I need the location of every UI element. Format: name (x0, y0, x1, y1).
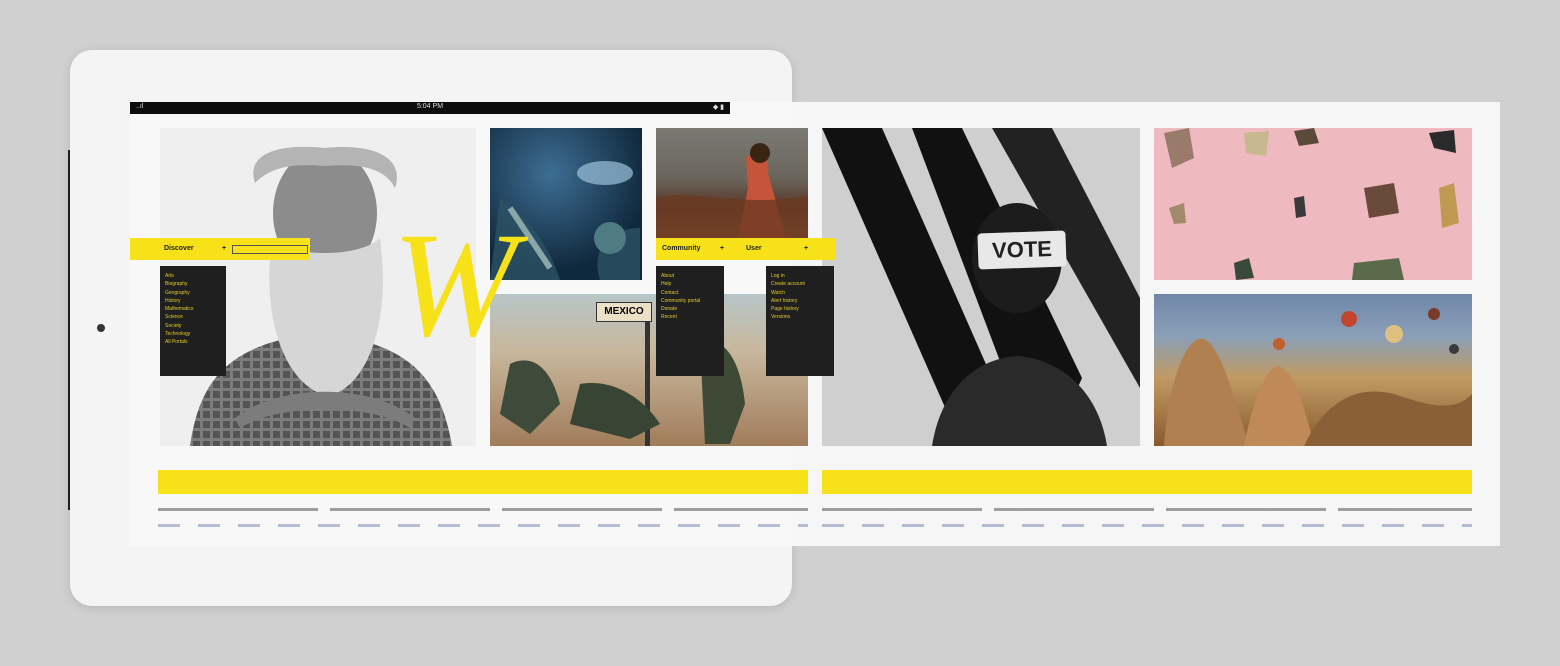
photo-girl-desert[interactable] (656, 128, 808, 238)
footer-links-row (822, 524, 1472, 527)
menu-item[interactable]: Biography (165, 280, 221, 288)
menu-item[interactable]: Watch (771, 289, 829, 297)
article-text-row (822, 508, 1472, 511)
photo-cappadocia-balloons[interactable] (1154, 294, 1472, 446)
menu-item[interactable]: Alert history (771, 297, 829, 305)
menu-user-label: User (746, 245, 762, 252)
menu-item[interactable]: Create account (771, 280, 829, 288)
battery-icon: ◆ ▮ (712, 104, 724, 111)
menu-item[interactable]: Mathematics (165, 305, 221, 313)
yellow-banner-left (158, 470, 808, 494)
yellow-banner-right (822, 470, 1472, 494)
status-bar: ..ıl 5:04 PM ◆ ▮ (130, 102, 730, 114)
dropdown-discover: Arts Biography Geography History Mathema… (160, 266, 226, 376)
logo-w-letter: W (392, 202, 517, 368)
menu-bar-community[interactable]: Community + User + (656, 238, 836, 260)
article-text-row (158, 508, 808, 511)
menu-discover-label: Discover (164, 245, 194, 252)
menu-item[interactable]: About (661, 272, 719, 280)
photo-stones-pink[interactable] (1154, 128, 1472, 280)
menu-item[interactable]: Society (165, 322, 221, 330)
menu-item[interactable]: Recent (661, 313, 719, 321)
footer-links-row (158, 524, 808, 527)
menu-item[interactable]: Geography (165, 289, 221, 297)
vote-headband: VOTE (977, 230, 1067, 270)
search-input[interactable] (232, 245, 308, 254)
menu-item[interactable]: Arts (165, 272, 221, 280)
menu-item[interactable]: Donate (661, 305, 719, 313)
plus-icon: + (720, 245, 725, 252)
plus-icon: + (804, 245, 809, 252)
menu-item[interactable]: Help (661, 280, 719, 288)
menu-item[interactable]: Contact (661, 289, 719, 297)
menu-item[interactable]: All Portals (165, 338, 221, 346)
menu-item[interactable]: Science (165, 313, 221, 321)
camera-icon (97, 324, 105, 332)
menu-item[interactable]: Versions (771, 313, 829, 321)
dropdown-user: Log in Create account Watch Alert histor… (766, 266, 834, 376)
photo-vote-protest[interactable] (822, 128, 1140, 446)
menu-item[interactable]: Community portal (661, 297, 719, 305)
mexico-sign: MEXICO (596, 302, 652, 322)
status-time: 5:04 PM (416, 103, 444, 110)
plus-icon: + (222, 245, 227, 252)
menu-item[interactable]: History (165, 297, 221, 305)
menu-community-label: Community (662, 245, 701, 252)
menu-item[interactable]: Page history (771, 305, 829, 313)
menu-item[interactable]: Technology (165, 330, 221, 338)
dropdown-community: About Help Contact Community portal Dona… (656, 266, 724, 376)
menu-item[interactable]: Log in (771, 272, 829, 280)
